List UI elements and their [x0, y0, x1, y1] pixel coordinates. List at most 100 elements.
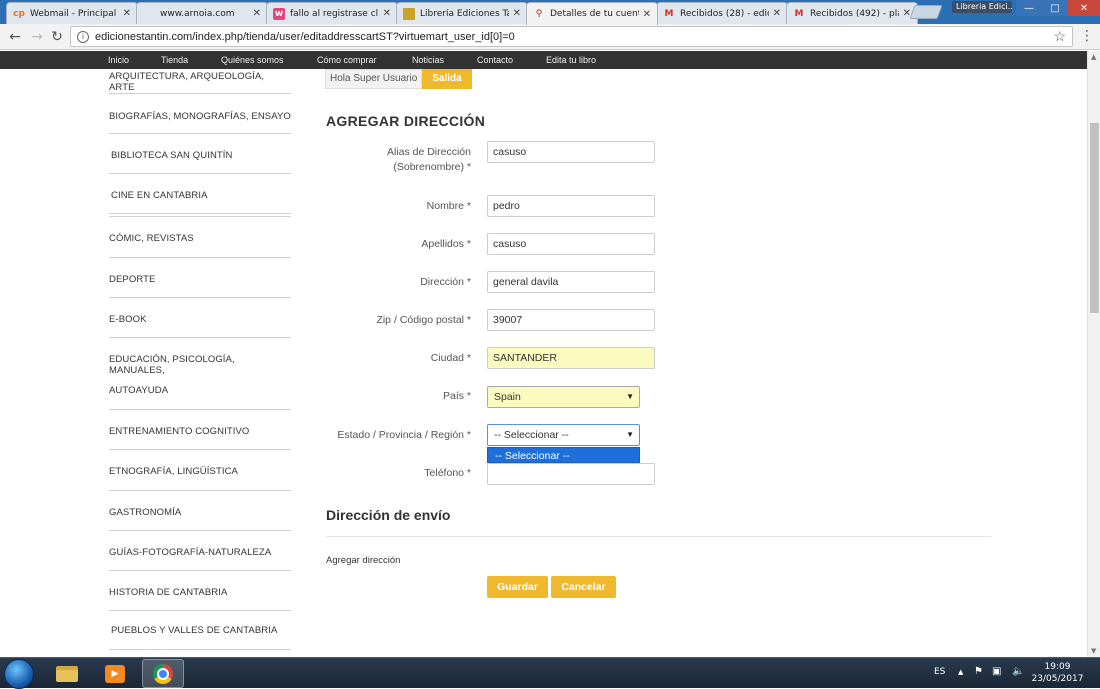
language-indicator[interactable]: ES — [934, 667, 945, 677]
category-link[interactable]: GUÍAS-FOTOGRAFÍA-NATURALEZA — [109, 547, 291, 558]
tab-title: fallo al registrase cl — [290, 8, 379, 19]
region-select[interactable]: -- Seleccionar -- ▼ — [487, 424, 640, 446]
volume-icon[interactable]: 🔈 — [1012, 666, 1024, 677]
network-icon[interactable]: ▣ — [992, 666, 1001, 677]
browser-tab[interactable]: M Recibidos (492) - pla ✕ — [786, 2, 918, 24]
divider — [109, 216, 291, 217]
nav-noticias[interactable]: Noticias — [412, 51, 444, 69]
direccion-field[interactable] — [487, 271, 655, 293]
close-window-icon[interactable]: ✕ — [1068, 0, 1100, 16]
cpanel-icon: cp — [13, 8, 25, 19]
zip-field[interactable] — [487, 309, 655, 331]
direccion-label: Dirección * — [420, 276, 471, 288]
browser-tab[interactable]: Librería Ediciones Ta ✕ — [396, 2, 528, 24]
category-link[interactable]: PUEBLOS Y VALLES DE CANTABRIA — [111, 625, 293, 636]
divider — [109, 93, 291, 94]
address-bar[interactable]: i edicionestantin.com/index.php/tienda/u… — [70, 26, 1073, 47]
apellidos-label: Apellidos * — [421, 238, 471, 250]
gmail-icon: M — [794, 8, 804, 19]
flag-icon[interactable]: ⚑ — [974, 666, 983, 677]
clock-time: 19:09 — [1044, 662, 1071, 672]
scroll-up-icon[interactable]: ▲ — [1091, 53, 1096, 61]
page-icon — [143, 8, 155, 20]
start-button[interactable] — [4, 659, 34, 689]
category-link[interactable]: DEPORTE — [109, 274, 291, 285]
maximize-icon[interactable]: □ — [1042, 0, 1068, 16]
clock[interactable]: 19:09 23/05/2017 — [1030, 661, 1085, 685]
alias-field[interactable] — [487, 141, 655, 163]
new-tab-button[interactable] — [909, 5, 943, 19]
close-icon[interactable]: ✕ — [123, 8, 131, 19]
minimize-icon[interactable]: — — [1016, 0, 1042, 16]
nav-inicio[interactable]: Inicio — [108, 51, 129, 69]
tray-expand-icon[interactable]: ▲ — [958, 668, 963, 676]
divider — [109, 173, 291, 174]
category-link[interactable]: ARQUITECTURA, ARQUEOLOGÍA, ARTE — [109, 71, 291, 93]
ciudad-label: Ciudad * — [430, 352, 471, 364]
browser-tab[interactable]: w fallo al registrase cl ✕ — [266, 2, 398, 24]
category-link[interactable]: CINE EN CANTABRIA — [111, 190, 293, 201]
browser-menu-icon[interactable]: ⋮ — [1080, 28, 1094, 44]
category-link[interactable]: ENTRENAMIENTO COGNITIVO — [109, 426, 291, 437]
telefono-label: Teléfono * — [424, 467, 471, 479]
nav-contacto[interactable]: Contacto — [477, 51, 513, 69]
category-link[interactable]: HISTORIA DE CANTABRIA — [109, 587, 291, 598]
info-icon[interactable]: i — [77, 30, 89, 43]
category-link[interactable]: EDUCACIÓN, PSICOLOGÍA, MANUALES, — [109, 354, 291, 376]
cancel-button[interactable]: Cancelar — [551, 576, 616, 598]
divider — [326, 536, 991, 537]
browser-tab[interactable]: cp Webmail - Principal ✕ — [6, 2, 138, 24]
nav-como-comprar[interactable]: Cómo comprar — [317, 51, 377, 69]
category-link[interactable]: CÓMIC, REVISTAS — [109, 233, 291, 244]
telefono-field[interactable] — [487, 463, 655, 485]
bookmark-star-icon[interactable]: ☆ — [1053, 28, 1066, 45]
nav-edita-tu-libro[interactable]: Edita tu libro — [546, 51, 596, 69]
region-option[interactable]: -- Seleccionar -- — [487, 447, 640, 463]
category-link[interactable]: E-BOOK — [109, 314, 291, 325]
nombre-field[interactable] — [487, 195, 655, 217]
divider — [109, 337, 291, 338]
divider — [109, 530, 291, 531]
apellidos-field[interactable] — [487, 233, 655, 255]
country-select[interactable]: Spain ▼ — [487, 386, 640, 408]
add-address-link[interactable]: Agregar dirección — [326, 555, 400, 566]
page-title: AGREGAR DIRECCIÓN — [326, 113, 486, 129]
save-button[interactable]: Guardar — [487, 576, 548, 598]
media-player-icon: ▶ — [105, 664, 125, 683]
nav-quienes-somos[interactable]: Quiénes somos — [221, 51, 284, 69]
site-nav: Inicio Tienda Quiénes somos Cómo comprar… — [0, 51, 1087, 69]
browser-tab-active[interactable]: ⚲ Detalles de tu cuent ✕ — [526, 2, 658, 25]
divider — [109, 570, 291, 571]
profile-badge[interactable]: Libreria Edici... — [952, 1, 1012, 13]
tab-title: Detalles de tu cuent — [550, 9, 639, 19]
browser-tab[interactable]: www.arnoia.com ✕ — [136, 2, 268, 24]
chrome-icon — [153, 663, 173, 684]
scroll-down-icon[interactable]: ▼ — [1091, 647, 1096, 655]
category-link[interactable]: BIBLIOTECA SAN QUINTÍN — [111, 150, 293, 161]
taskbar-explorer[interactable] — [46, 659, 88, 688]
scroll-thumb[interactable] — [1090, 123, 1099, 313]
close-icon[interactable]: ✕ — [643, 9, 651, 20]
category-link[interactable]: ETNOGRAFÍA, LINGÜÍSTICA — [109, 466, 291, 477]
browser-tab[interactable]: M Recibidos (28) - edic ✕ — [656, 2, 788, 24]
pin-icon: ⚲ — [535, 9, 543, 19]
category-link[interactable]: GASTRONOMÍA — [109, 507, 291, 518]
close-icon[interactable]: ✕ — [513, 8, 521, 19]
taskbar-media-player[interactable]: ▶ — [94, 659, 136, 688]
nav-tienda[interactable]: Tienda — [161, 51, 188, 69]
close-icon[interactable]: ✕ — [773, 8, 781, 19]
reload-icon[interactable]: ↻ — [48, 28, 66, 46]
gmail-icon: M — [664, 8, 674, 19]
close-icon[interactable]: ✕ — [383, 8, 391, 19]
taskbar-chrome[interactable] — [142, 659, 184, 688]
category-link[interactable]: BIOGRAFÍAS, MONOGRAFÍAS, ENSAYO — [109, 111, 291, 122]
category-link[interactable]: AUTOAYUDA — [109, 385, 291, 396]
back-arrow-icon[interactable]: ← — [6, 28, 24, 46]
site-logo-icon — [403, 7, 415, 20]
forward-arrow-icon[interactable]: → — [28, 28, 46, 46]
page-scrollbar[interactable]: ▲ ▼ — [1087, 51, 1100, 657]
ciudad-field[interactable] — [487, 347, 655, 369]
close-icon[interactable]: ✕ — [253, 8, 261, 19]
logout-button[interactable]: Salida — [422, 69, 472, 89]
user-greeting: Hola Super Usuario Salida — [325, 69, 481, 89]
